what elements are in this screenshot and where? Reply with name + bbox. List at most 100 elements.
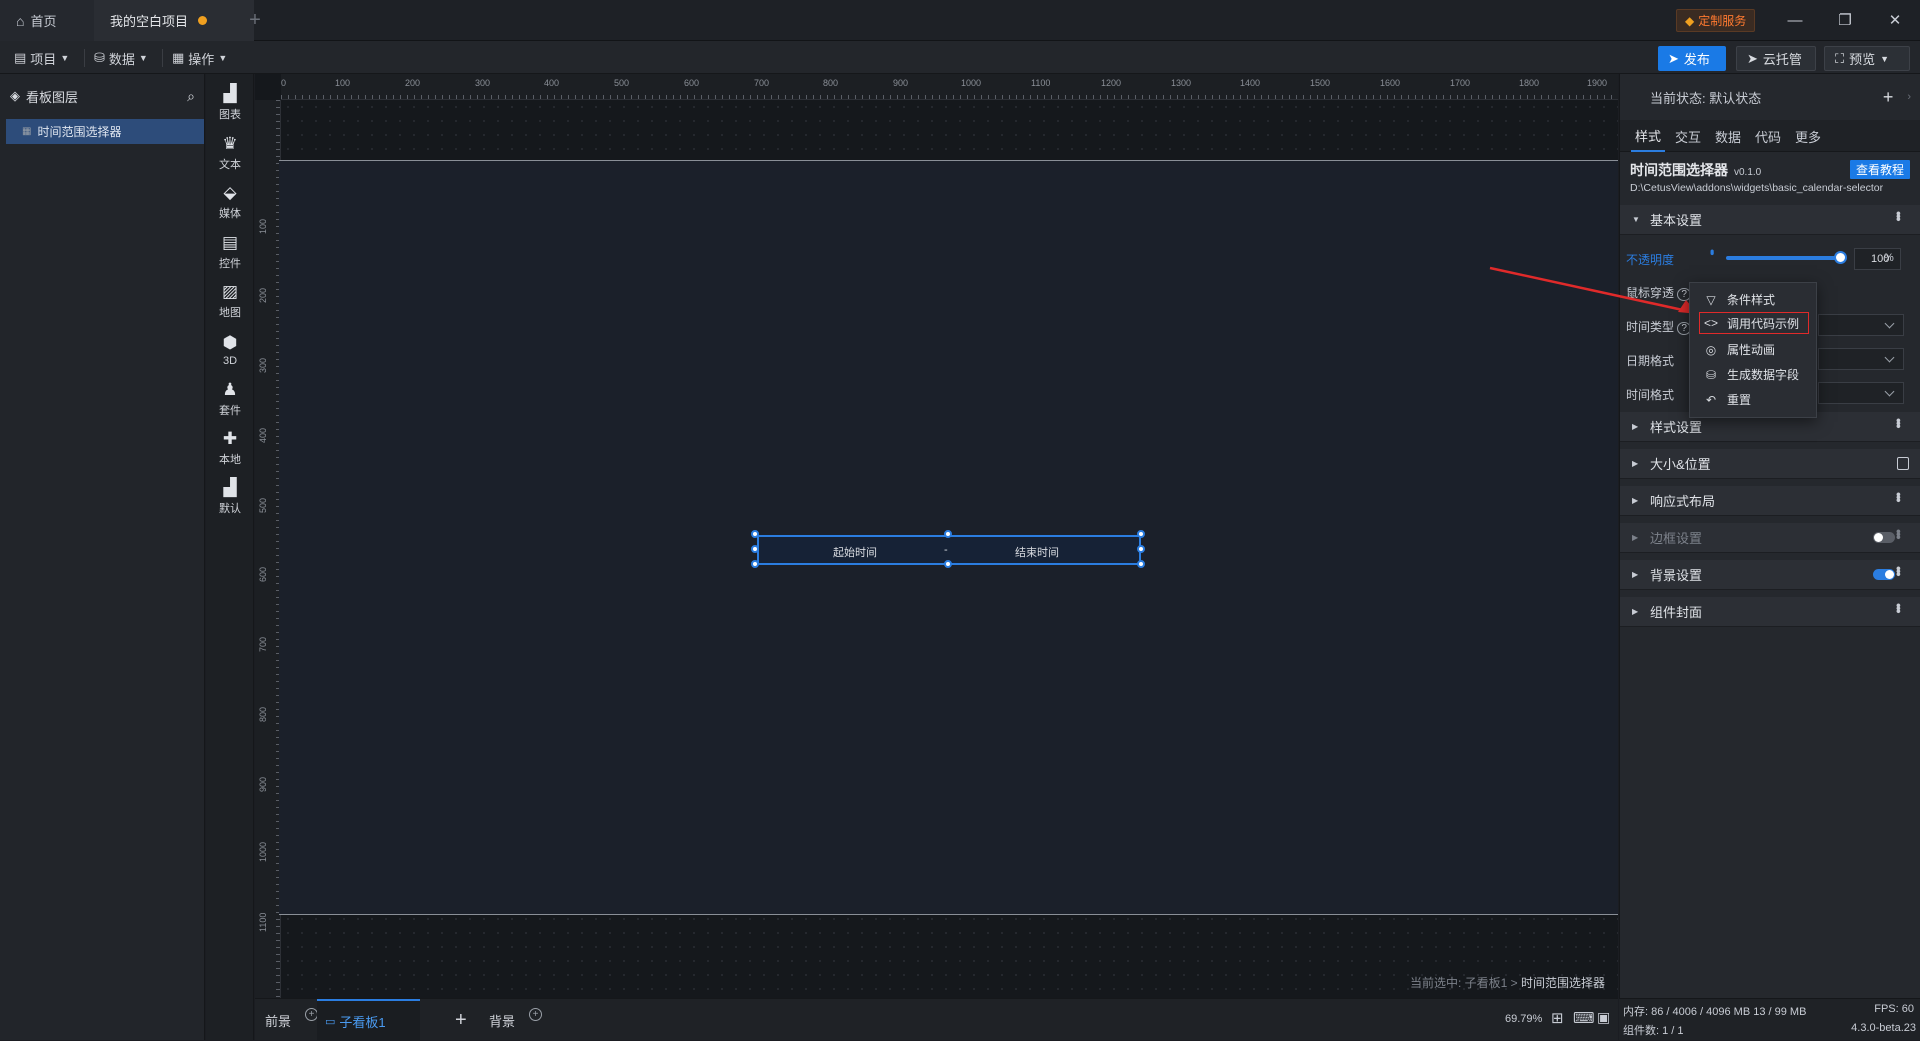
tab-code-label: 代码 bbox=[1755, 129, 1782, 145]
opacity-slider-thumb[interactable] bbox=[1834, 251, 1847, 264]
menu-item-generate-field[interactable]: ⛁ 生成数据字段 bbox=[1690, 362, 1818, 387]
menu-item-label: 条件样式 bbox=[1727, 293, 1776, 307]
widget-path: D:\CetusView\addons\widgets\basic_calend… bbox=[1630, 182, 1884, 194]
section-size-position-label: 大小&位置 bbox=[1650, 457, 1711, 472]
menu-item-label: 调用代码示例 bbox=[1727, 316, 1800, 331]
ruler-tick: 600 bbox=[258, 566, 268, 582]
ruler-tick: 1000 bbox=[961, 78, 982, 88]
section-background[interactable]: ▶ 背景设置 ••• bbox=[1620, 560, 1920, 590]
ruler-tick: 700 bbox=[258, 636, 268, 652]
add-state-icon[interactable]: + bbox=[1883, 87, 1894, 108]
time-type-label: 时间类型 bbox=[1626, 320, 1675, 334]
resize-handle[interactable] bbox=[751, 530, 759, 538]
more-vertical-icon[interactable]: ••• bbox=[1891, 529, 1907, 538]
add-tab-icon[interactable]: + bbox=[240, 0, 270, 41]
custom-service-label: 定制服务 bbox=[1698, 14, 1747, 28]
close-icon[interactable]: ✕ bbox=[1880, 8, 1910, 32]
more-vertical-icon[interactable]: ••• bbox=[1891, 566, 1907, 575]
tab-background[interactable]: 背景 + bbox=[489, 999, 543, 1041]
menu-item-conditional-style[interactable]: ▽ 条件样式 bbox=[1690, 287, 1818, 312]
tab-board[interactable]: ▭ 子看板1 bbox=[317, 999, 420, 1041]
terminal-icon[interactable]: ▣ bbox=[1597, 1009, 1610, 1026]
tab-style-label: 样式 bbox=[1635, 128, 1662, 144]
selection-prefix: 当前选中: 子看板1 > bbox=[1410, 976, 1522, 990]
section-responsive-label: 响应式布局 bbox=[1650, 494, 1716, 509]
tab-board-label: 子看板1 bbox=[339, 1014, 386, 1030]
comp-default[interactable]: ▟ 默认 bbox=[206, 468, 254, 526]
keyboard-icon[interactable]: ⌨ bbox=[1573, 1009, 1595, 1027]
resize-handle[interactable] bbox=[1137, 545, 1145, 553]
preview-button[interactable]: ⛶ 预览 ▼ bbox=[1824, 46, 1910, 71]
zoom-level[interactable]: 69.79% bbox=[1505, 1013, 1542, 1025]
status-bar: 内存: 86 / 4006 / 4096 MB 13 / 99 MB FPS: … bbox=[1619, 998, 1920, 1040]
search-icon[interactable]: ⌕ bbox=[187, 88, 195, 105]
time-format-select[interactable] bbox=[1818, 382, 1904, 404]
selection-target: 时间范围选择器 bbox=[1521, 976, 1606, 990]
time-type-select[interactable] bbox=[1818, 314, 1904, 336]
add-board-icon[interactable]: + bbox=[455, 999, 467, 1041]
more-vertical-icon[interactable]: ••• bbox=[1891, 211, 1907, 220]
resize-handle[interactable] bbox=[944, 530, 952, 538]
more-vertical-icon[interactable]: ••• bbox=[1705, 249, 1719, 253]
tab-code[interactable]: 代码 bbox=[1751, 120, 1785, 152]
more-vertical-icon[interactable]: ••• bbox=[1891, 418, 1907, 427]
menu-item-label: 重置 bbox=[1727, 393, 1752, 407]
more-vertical-icon[interactable]: ••• bbox=[1891, 603, 1907, 612]
section-cover[interactable]: ▶ 组件封面 ••• bbox=[1620, 597, 1920, 627]
lock-icon[interactable] bbox=[1897, 457, 1909, 470]
menu-project-label: 项目 bbox=[30, 51, 57, 67]
opacity-slider-track[interactable] bbox=[1726, 256, 1839, 260]
menu-item-reset[interactable]: ↶ 重置 bbox=[1690, 387, 1818, 412]
layer-item[interactable]: ▦ 时间范围选择器 bbox=[6, 119, 204, 144]
section-border[interactable]: ▶ 边框设置 ••• bbox=[1620, 523, 1920, 553]
menu-operate[interactable]: ▦ 操作 ▼ bbox=[166, 47, 233, 69]
menu-data[interactable]: ⛁ 数据 ▼ bbox=[88, 47, 154, 69]
context-menu: ▽ 条件样式 <> 调用代码示例 ◎ 属性动画 ⛁ 生成数据字段 ↶ 重置 bbox=[1689, 282, 1817, 418]
more-vertical-icon[interactable]: ••• bbox=[1891, 492, 1907, 501]
custom-service-button[interactable]: ◆ 定制服务 bbox=[1676, 9, 1756, 32]
resize-handle[interactable] bbox=[1137, 560, 1145, 568]
section-size-position[interactable]: ▶ 大小&位置 bbox=[1620, 449, 1920, 479]
ruler-tick: 1500 bbox=[1310, 78, 1331, 88]
resize-handle[interactable] bbox=[751, 560, 759, 568]
tab-data[interactable]: 数据 bbox=[1711, 120, 1745, 152]
menu-project[interactable]: ▤ 项目 ▼ bbox=[8, 47, 75, 69]
date-format-label: 日期格式 bbox=[1626, 354, 1675, 368]
tab-style[interactable]: 样式 bbox=[1631, 120, 1666, 152]
chevron-right-icon[interactable]: › bbox=[1907, 91, 1911, 103]
widget-title: 时间范围选择器 v0.1.0 bbox=[1630, 160, 1761, 180]
resize-handle[interactable] bbox=[944, 560, 952, 568]
date-format-select[interactable] bbox=[1818, 348, 1904, 370]
tab-project[interactable]: 我的空白项目 bbox=[94, 0, 254, 41]
grid-icon: ▦ bbox=[172, 50, 185, 65]
media-icon: ⬙ bbox=[223, 182, 237, 202]
fit-screen-icon[interactable]: ⊞ bbox=[1551, 1009, 1564, 1027]
tab-foreground[interactable]: 前景 + bbox=[265, 999, 319, 1041]
resize-handle[interactable] bbox=[1137, 530, 1145, 538]
publish-button[interactable]: ➤ 发布 bbox=[1658, 46, 1726, 71]
end-time-placeholder[interactable]: 结束时间 bbox=[1015, 544, 1059, 560]
start-time-placeholder[interactable]: 起始时间 bbox=[833, 544, 877, 560]
tab-data-label: 数据 bbox=[1715, 129, 1742, 145]
view-tutorial-button[interactable]: 查看教程 bbox=[1850, 160, 1910, 179]
section-basic[interactable]: ▼ 基本设置 ••• bbox=[1620, 205, 1920, 235]
menu-item-code-example[interactable]: <> 调用代码示例 bbox=[1699, 312, 1809, 334]
reset-icon: ↶ bbox=[1705, 392, 1717, 407]
cloud-host-button[interactable]: ➤ 云托管 bbox=[1736, 46, 1816, 71]
caret-right-icon: ▶ bbox=[1632, 570, 1639, 579]
section-responsive[interactable]: ▶ 响应式布局 ••• bbox=[1620, 486, 1920, 516]
calendar-icon: ▦ bbox=[22, 126, 32, 137]
title-bar: ⌂ 首页 我的空白项目 + ◆ 定制服务 — ❐ ✕ bbox=[0, 0, 1920, 41]
ruler-tick: 1900 bbox=[1587, 78, 1608, 88]
tab-more[interactable]: 更多 bbox=[1791, 120, 1825, 152]
ruler-tick: 900 bbox=[258, 776, 268, 792]
resize-handle[interactable] bbox=[751, 545, 759, 553]
menu-item-property-animation[interactable]: ◎ 属性动画 bbox=[1690, 337, 1818, 362]
tab-more-label: 更多 bbox=[1795, 129, 1822, 145]
tab-interaction[interactable]: 交互 bbox=[1671, 120, 1705, 152]
tab-home[interactable]: ⌂ 首页 bbox=[0, 0, 94, 41]
minimize-icon[interactable]: — bbox=[1780, 8, 1810, 32]
add-circle-icon[interactable]: + bbox=[529, 1007, 543, 1021]
restore-icon[interactable]: ❐ bbox=[1830, 8, 1860, 32]
comp-control-label: 控件 bbox=[219, 257, 241, 270]
